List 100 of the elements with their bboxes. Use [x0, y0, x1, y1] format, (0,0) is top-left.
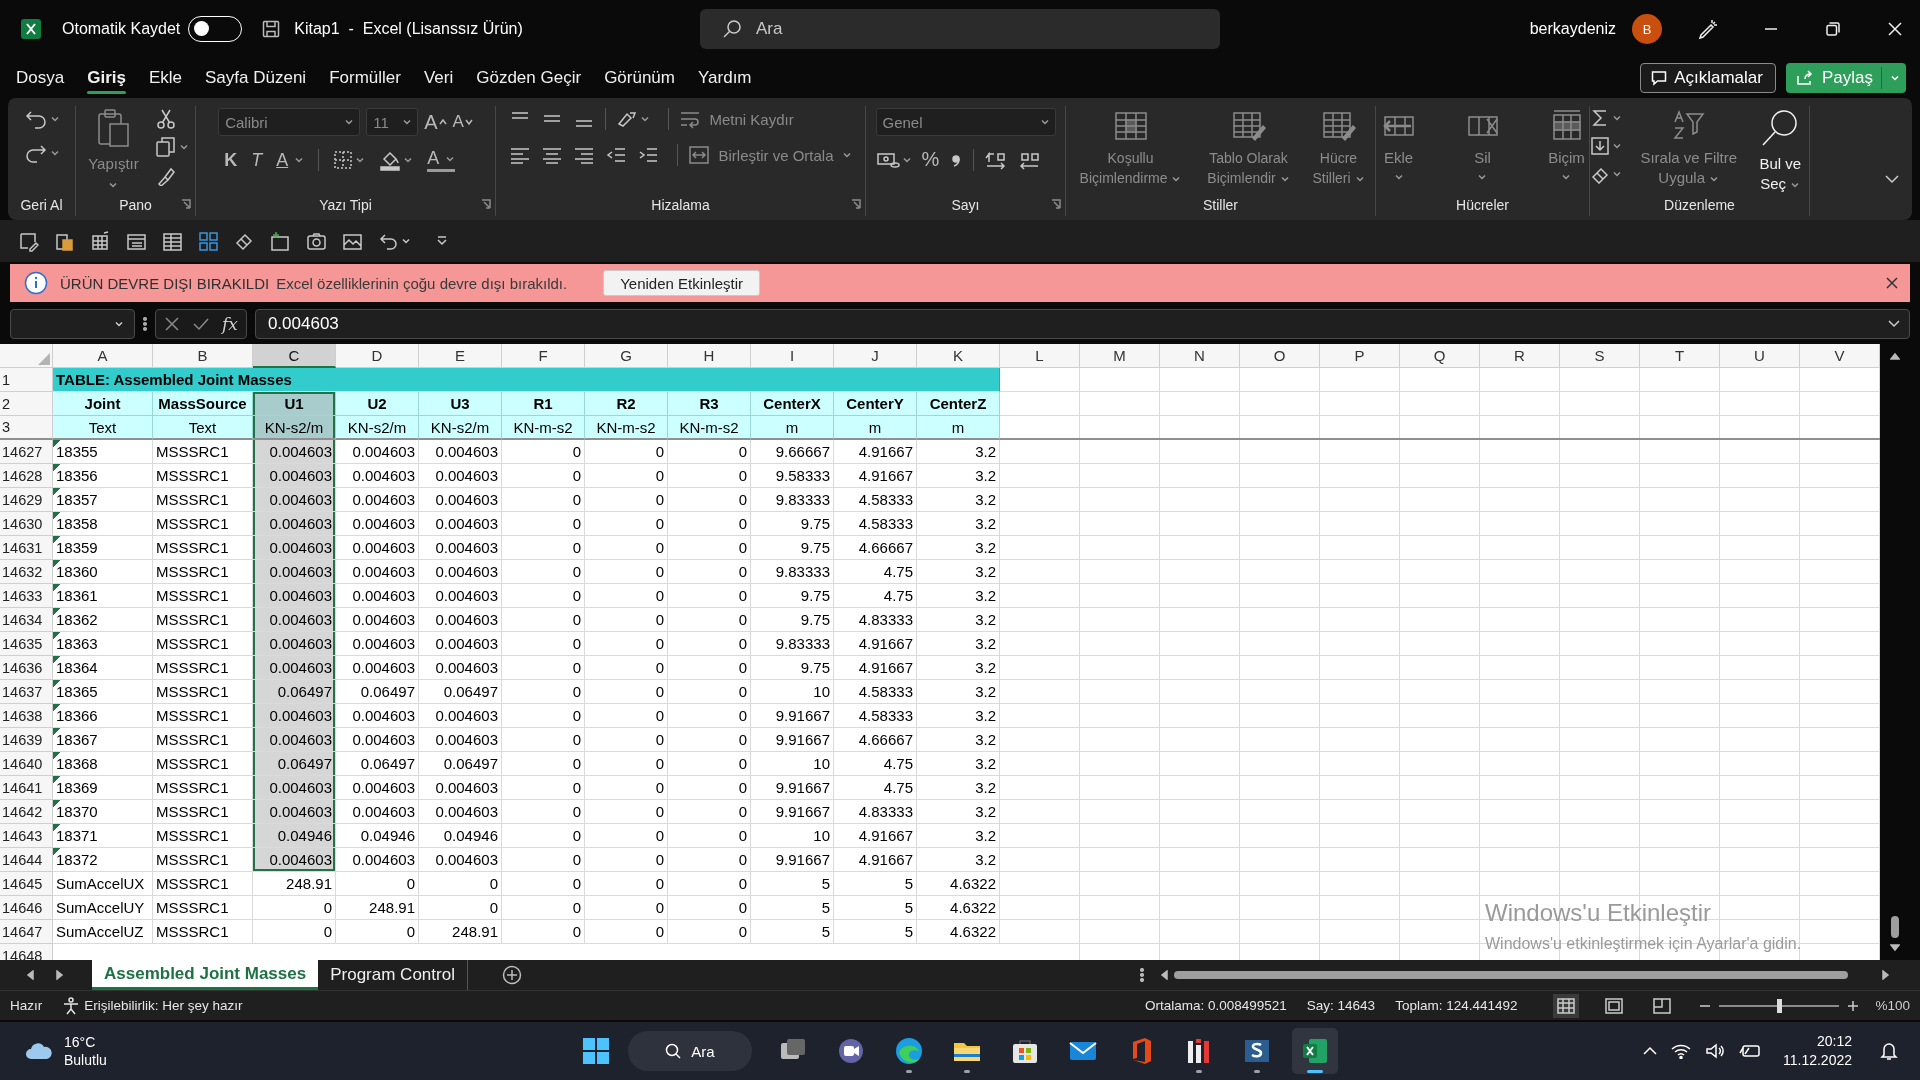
column-header[interactable]: B — [153, 344, 253, 368]
caret-icon[interactable] — [344, 117, 355, 127]
expand-icon[interactable] — [1887, 319, 1901, 329]
menu-tab[interactable]: Formüller — [329, 58, 401, 98]
row-header[interactable]: 14647 — [0, 920, 53, 944]
scroll-left-icon[interactable] — [26, 970, 34, 980]
column-header[interactable]: V — [1800, 344, 1880, 368]
add-sheet-icon[interactable] — [501, 965, 522, 985]
row-header[interactable]: 14634 — [0, 608, 53, 632]
row-header[interactable]: 14642 — [0, 800, 53, 824]
restore-icon[interactable] — [1826, 22, 1840, 36]
dialog-launcher-icon[interactable] — [481, 199, 491, 209]
more-options-icon[interactable] — [1140, 968, 1144, 982]
row-header[interactable]: 14646 — [0, 896, 53, 920]
caret-icon[interactable] — [49, 148, 60, 158]
conditional-formatting-button[interactable]: Koşullu Biçimlendirme — [1071, 108, 1190, 188]
scroll-up-icon[interactable] — [1890, 352, 1900, 360]
form-icon[interactable] — [18, 230, 39, 252]
zoom-in-icon[interactable] — [1847, 999, 1860, 1012]
redo-icon[interactable] — [23, 142, 48, 164]
checkmark-icon[interactable] — [192, 316, 210, 332]
reactivate-button[interactable]: Yeniden Etkinleştir — [603, 270, 761, 296]
row-header[interactable]: 14631 — [0, 536, 53, 560]
column-header[interactable]: R — [1480, 344, 1560, 368]
taskbar-app-button[interactable] — [1292, 1028, 1338, 1074]
wifi-icon[interactable] — [1670, 1043, 1691, 1059]
camera-icon[interactable] — [306, 230, 327, 252]
scroll-left-icon[interactable] — [1160, 970, 1168, 980]
shrink-font-button[interactable]: A — [452, 112, 473, 132]
vertical-scrollbar-thumb[interactable] — [1891, 916, 1899, 938]
row-header[interactable]: 14628 — [0, 464, 53, 488]
menu-tab[interactable]: Görünüm — [604, 58, 675, 98]
fill-color-icon[interactable] — [379, 149, 402, 171]
row-header[interactable]: 14636 — [0, 656, 53, 680]
sheet-tab[interactable]: Assembled Joint Masses — [92, 960, 319, 990]
caret-icon[interactable] — [1612, 169, 1622, 179]
start-icon[interactable] — [582, 1037, 610, 1065]
row-header[interactable]: 14648 — [0, 944, 53, 960]
row-header[interactable]: 14644 — [0, 848, 53, 872]
borders-icon[interactable] — [333, 150, 354, 170]
caret-icon[interactable] — [401, 236, 411, 246]
row-header[interactable]: 1 — [0, 368, 53, 392]
column-header[interactable]: K — [917, 344, 1000, 368]
find-select-button[interactable]: Bul ve Seç — [1751, 108, 1809, 194]
formula-input[interactable]: 0.004603 — [254, 309, 1910, 339]
row-header[interactable]: 14627 — [0, 440, 53, 464]
column-header[interactable]: F — [502, 344, 585, 368]
bold-button[interactable]: K — [224, 149, 238, 171]
scissors-icon[interactable] — [154, 108, 177, 130]
scroll-down-icon[interactable] — [1890, 944, 1900, 952]
underline-button[interactable]: A — [276, 149, 305, 171]
merge-cells-icon[interactable] — [688, 145, 711, 165]
caret-icon[interactable] — [841, 150, 852, 160]
format-as-table-button[interactable]: Tablo Olarak Biçimlendir — [1193, 108, 1304, 188]
decrease-indent-icon[interactable] — [605, 145, 628, 165]
caret-icon[interactable] — [178, 142, 189, 152]
column-header[interactable]: S — [1560, 344, 1640, 368]
speaker-icon[interactable] — [1704, 1043, 1725, 1059]
more-options-icon[interactable] — [143, 316, 147, 332]
text-angle-icon[interactable] — [616, 109, 639, 129]
row-header[interactable]: 14630 — [0, 512, 53, 536]
align-right-icon[interactable] — [573, 145, 596, 165]
row-header[interactable]: 14633 — [0, 584, 53, 608]
caret-icon[interactable] — [1612, 141, 1622, 151]
column-header[interactable]: P — [1320, 344, 1400, 368]
comments-button[interactable]: Açıklamalar — [1640, 63, 1776, 93]
column-header[interactable]: J — [834, 344, 917, 368]
pen-icon[interactable] — [1696, 18, 1718, 40]
caret-icon[interactable] — [1477, 172, 1488, 182]
caret-icon[interactable] — [114, 319, 124, 329]
caret-icon[interactable] — [402, 117, 413, 127]
new-sheet-icon[interactable] — [270, 230, 291, 252]
row-header[interactable]: 14639 — [0, 728, 53, 752]
caret-icon[interactable] — [49, 114, 60, 124]
percent-button[interactable]: % — [921, 148, 940, 171]
row-header[interactable]: 14637 — [0, 680, 53, 704]
grid-pen-icon[interactable] — [90, 230, 111, 252]
sort-filter-button[interactable]: Sırala ve Filtre Uygula — [1636, 108, 1742, 188]
zoom-level[interactable]: %100 — [1875, 998, 1910, 1013]
merge-center-button[interactable]: Birleştir ve Ortala — [688, 145, 852, 165]
column-header[interactable]: G — [585, 344, 668, 368]
notification-bell-icon[interactable] — [1880, 1041, 1898, 1061]
column-header[interactable]: U — [1720, 344, 1800, 368]
row-header[interactable]: 14629 — [0, 488, 53, 512]
number-format-field[interactable]: Genel — [875, 108, 1056, 136]
comment-icon[interactable] — [1651, 70, 1668, 86]
italic-button[interactable]: T — [251, 149, 263, 171]
column-header[interactable]: M — [1080, 344, 1160, 368]
menu-tab[interactable]: Giriş — [87, 58, 126, 98]
search-field[interactable]: Ara — [700, 9, 1220, 49]
scroll-right-icon[interactable] — [56, 970, 64, 980]
zoom-slider[interactable] — [1719, 998, 1840, 1013]
caret-up-icon[interactable] — [438, 118, 447, 126]
column-header[interactable]: D — [336, 344, 419, 368]
insert-function-button[interactable]: fx — [222, 314, 238, 334]
column-header[interactable]: T — [1640, 344, 1720, 368]
table-icon[interactable] — [162, 230, 183, 252]
taskbar-search[interactable]: Ara — [628, 1031, 752, 1071]
close-icon[interactable] — [1886, 277, 1898, 289]
dialog-launcher-icon[interactable] — [1051, 199, 1061, 209]
